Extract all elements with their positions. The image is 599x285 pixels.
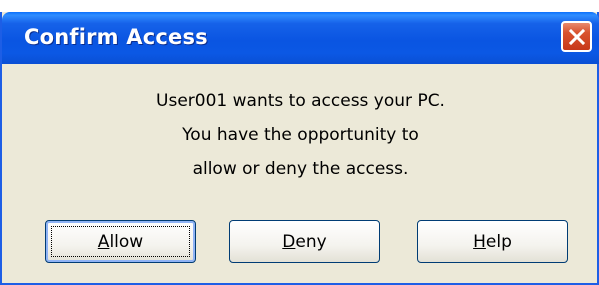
title-bar[interactable]: Confirm Access	[0, 0, 599, 64]
deny-button[interactable]: Deny	[229, 220, 380, 263]
help-button-label: Help	[473, 231, 512, 252]
deny-button-label: Deny	[282, 231, 327, 252]
help-button[interactable]: Help	[417, 220, 568, 263]
close-icon	[568, 28, 585, 45]
allow-button[interactable]: Allow	[45, 220, 196, 263]
close-button[interactable]	[561, 21, 592, 52]
window-title: Confirm Access	[24, 25, 208, 49]
confirm-access-dialog: Confirm Access User001 wants to access y…	[0, 0, 599, 285]
dialog-message: User001 wants to access your PC. You hav…	[2, 88, 599, 190]
message-line: User001 wants to access your PC.	[156, 91, 445, 111]
message-line: allow or deny the access.	[192, 159, 409, 179]
focus-ring	[51, 226, 190, 257]
message-line: You have the opportunity to	[182, 125, 419, 145]
